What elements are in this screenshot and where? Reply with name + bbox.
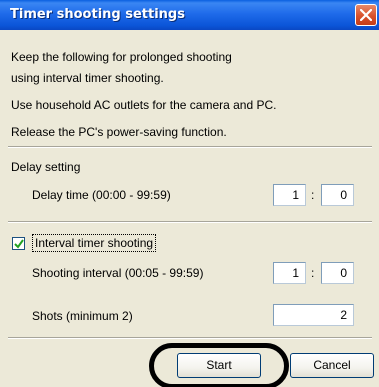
separator	[8, 221, 372, 223]
shots-label: Shots (minimum 2)	[32, 309, 133, 323]
close-button[interactable]	[355, 4, 377, 26]
delay-minutes-field[interactable]: 1	[273, 184, 306, 206]
interval-colon: :	[311, 266, 315, 280]
window-title: Timer shooting settings	[10, 7, 185, 22]
interval-timer-label[interactable]: Interval timer shooting	[32, 234, 157, 252]
info-line-2: using interval timer shooting.	[11, 71, 164, 85]
info-line-4: Release the PC's power-saving function.	[11, 125, 227, 139]
shooting-interval-label: Shooting interval (00:05 - 99:59)	[32, 266, 204, 280]
close-icon	[360, 9, 372, 21]
interval-seconds-field[interactable]: 0	[321, 262, 354, 284]
info-line-1: Keep the following for prolonged shootin…	[11, 50, 232, 64]
separator	[8, 146, 372, 148]
delay-time-label: Delay time (00:00 - 99:59)	[32, 188, 171, 202]
cancel-button[interactable]: Cancel	[290, 353, 374, 378]
timer-shooting-dialog: Timer shooting settings Keep the followi…	[0, 0, 379, 387]
separator	[8, 337, 372, 339]
title-bar: Timer shooting settings	[0, 0, 379, 30]
checkmark-icon	[14, 239, 24, 249]
interval-minutes-field[interactable]: 1	[273, 262, 306, 284]
start-button-highlight	[149, 343, 289, 387]
delay-seconds-field[interactable]: 0	[321, 184, 354, 206]
interval-timer-checkbox[interactable]	[12, 237, 25, 250]
delay-section-label: Delay setting	[11, 160, 81, 174]
shots-field[interactable]: 2	[273, 304, 354, 326]
info-line-3: Use household AC outlets for the camera …	[11, 98, 277, 112]
delay-colon: :	[311, 188, 315, 202]
